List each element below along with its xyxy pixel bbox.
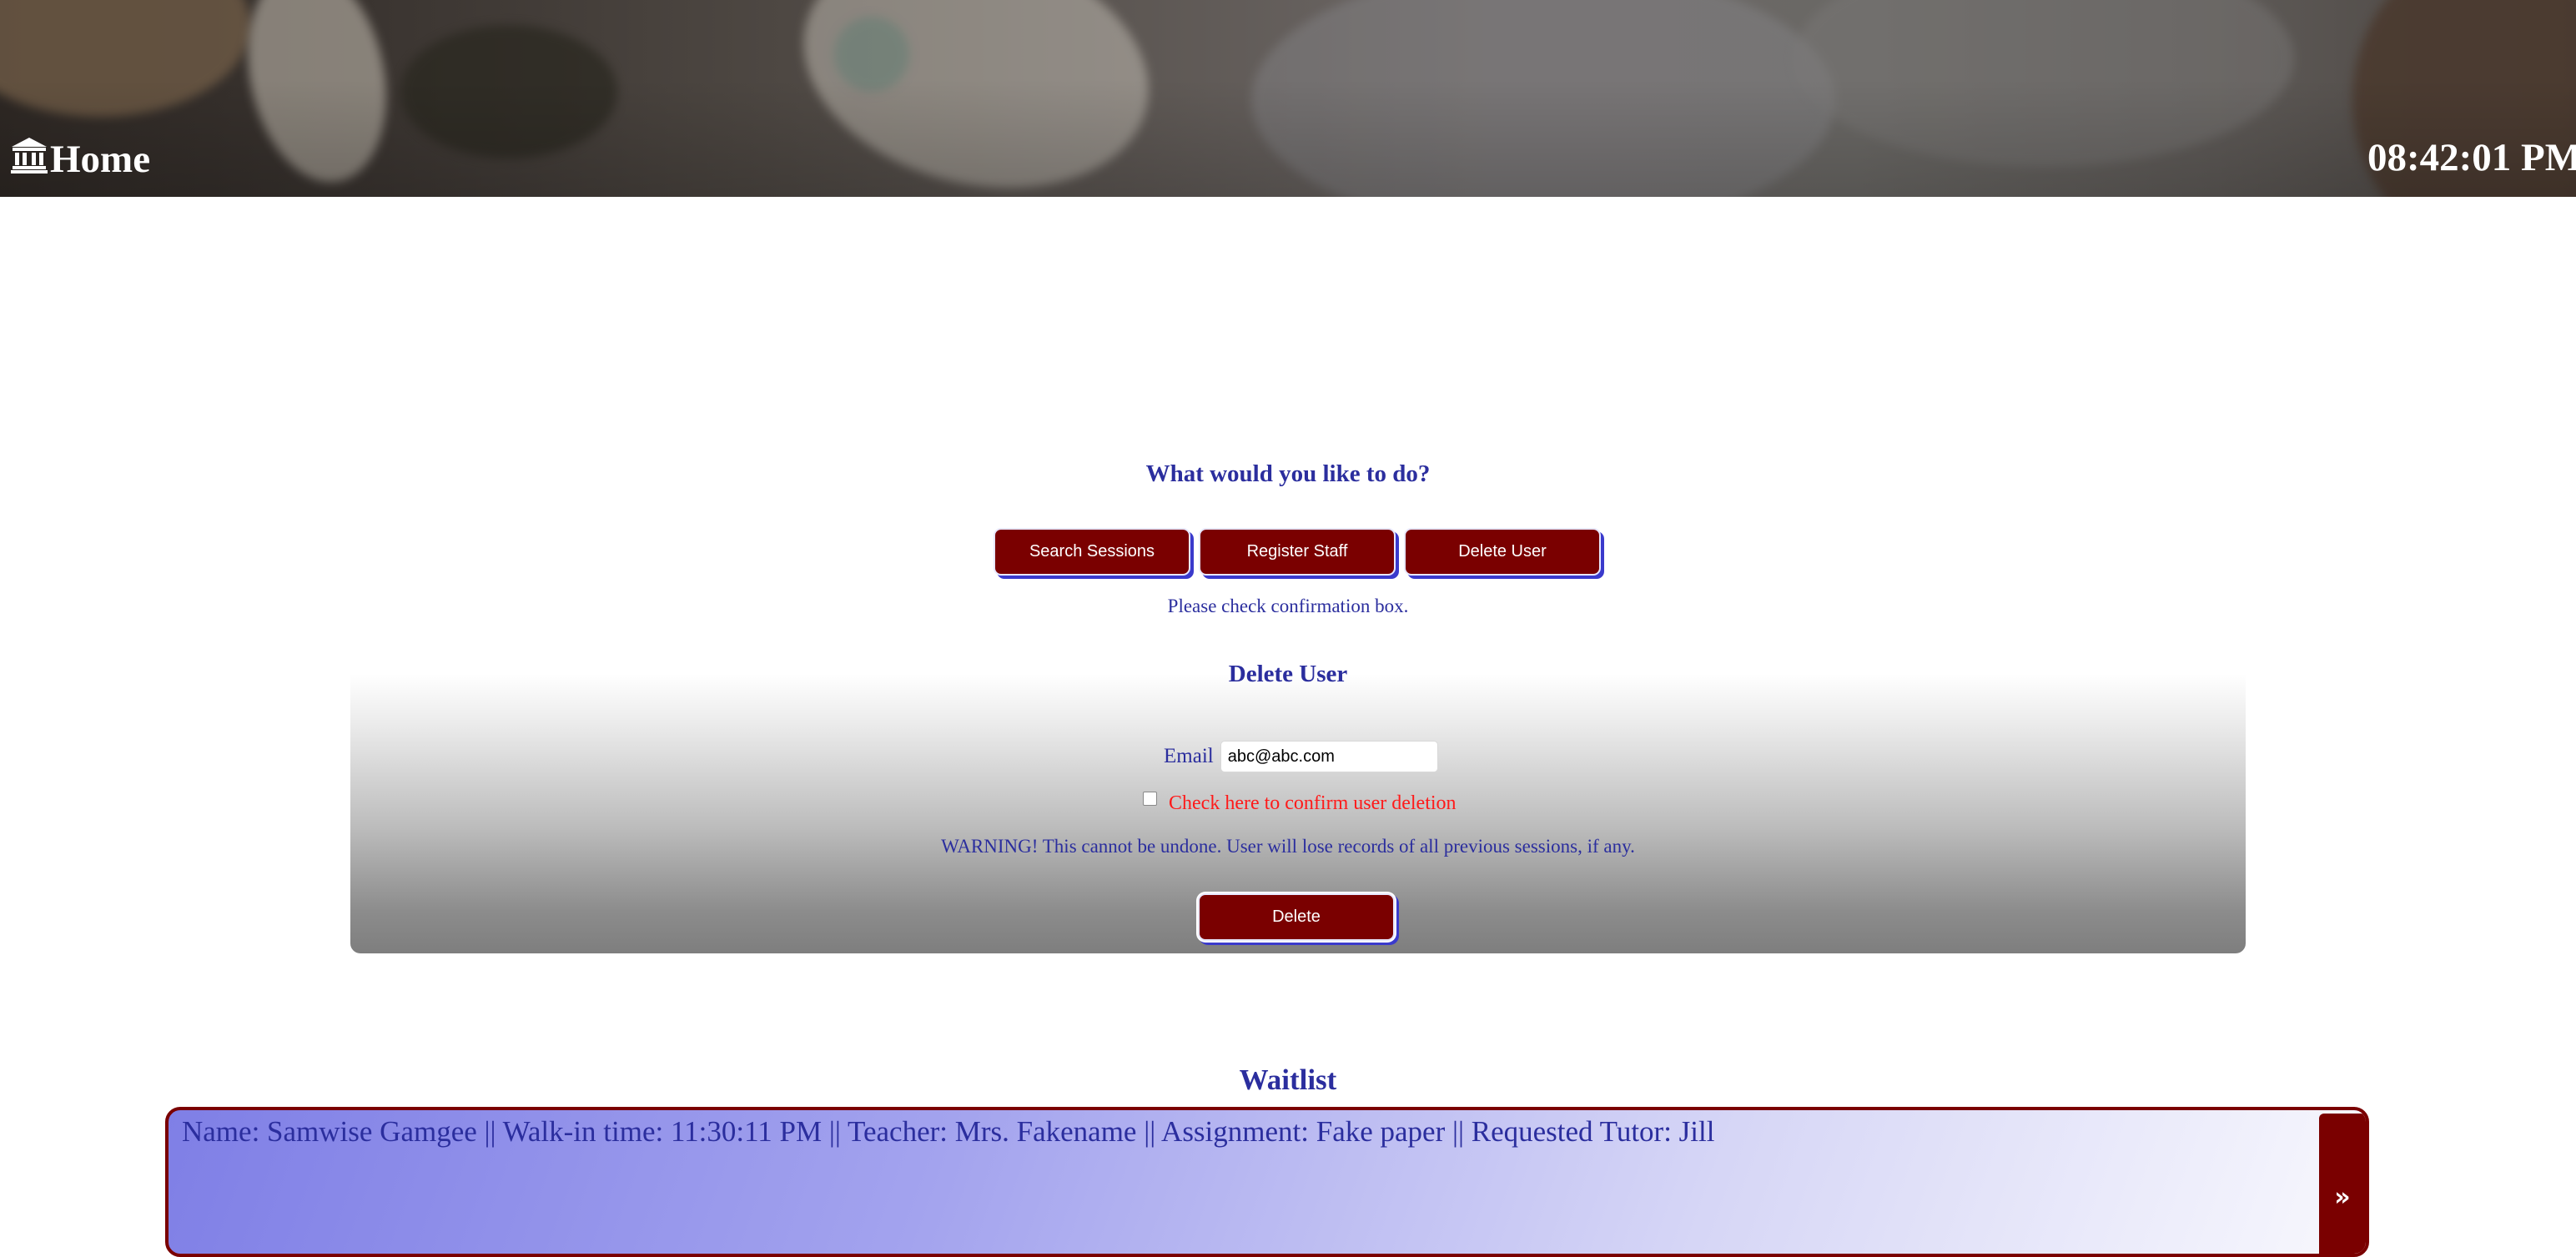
delete-button[interactable]: Delete xyxy=(1198,893,1395,941)
header-banner: Home 08:42:01 PM xyxy=(0,0,2576,197)
action-buttons: Search Sessions Register Staff Delete Us… xyxy=(994,528,1601,576)
confirm-checkbox[interactable] xyxy=(1143,792,1157,806)
banner-shade xyxy=(0,0,2576,197)
email-field[interactable] xyxy=(1220,741,1438,772)
delete-user-button[interactable]: Delete User xyxy=(1404,528,1601,576)
action-prompt: What would you like to do? xyxy=(1145,460,1431,487)
confirm-label[interactable]: Check here to confirm user deletion xyxy=(1169,792,1457,815)
delete-user-title: Delete User xyxy=(1228,661,1348,687)
register-staff-button[interactable]: Register Staff xyxy=(1199,528,1396,576)
search-sessions-button[interactable]: Search Sessions xyxy=(994,528,1190,576)
warning-text: WARNING! This cannot be undone. User wil… xyxy=(941,836,1635,857)
bank-icon xyxy=(10,135,50,184)
home-link[interactable]: Home xyxy=(10,135,150,184)
home-label: Home xyxy=(50,138,151,181)
next-button[interactable]: » xyxy=(2319,1114,2366,1254)
waitlist-entry: Name: Samwise Gamgee || Walk-in time: 11… xyxy=(182,1115,1715,1148)
status-message: Please check confirmation box. xyxy=(1167,596,1409,616)
waitlist-entry-card: Name: Samwise Gamgee || Walk-in time: 11… xyxy=(165,1107,2369,1257)
email-label: Email xyxy=(1164,745,1214,767)
waitlist-title: Waitlist xyxy=(1239,1063,1337,1096)
email-row: Email xyxy=(1164,741,1438,772)
double-chevron-right-icon: » xyxy=(2334,1182,2351,1212)
clock: 08:42:01 PM xyxy=(2367,136,2576,179)
confirm-row: Check here to confirm user deletion xyxy=(1143,792,1457,815)
